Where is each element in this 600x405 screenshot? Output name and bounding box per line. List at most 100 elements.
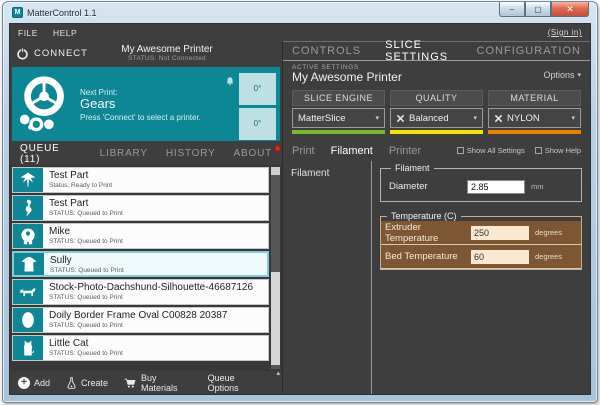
oval-doily-icon [13,308,43,332]
next-print-panel[interactable]: Next Print: Gears Press 'Connect' to sel… [12,67,280,141]
flask-icon [66,377,77,389]
queue-item[interactable]: Mike STATUS: Queued to Print [12,223,269,249]
gears-graphic [15,73,77,135]
queue-options-button[interactable]: Queue Options [208,373,264,393]
queue-item[interactable]: Test Part STATUS: Queued to Print [12,195,269,221]
add-button[interactable]: + Add [18,377,50,389]
extruder-temp-widget[interactable]: 0° [239,73,276,105]
left-tab-bar: QUEUE (11) LIBRARY HISTORY ABOUT [10,142,282,165]
slice-engine-dropdown[interactable]: MatterSlice ▾ [292,108,385,128]
create-button[interactable]: Create [66,377,108,389]
subnav-item-filament[interactable]: Filament [287,166,371,181]
monster-sully-icon [14,253,44,275]
material-dropdown[interactable]: NYLON ▾ [488,108,581,128]
tab-configuration[interactable]: CONFIGURATION [477,45,581,57]
queue-item[interactable]: Test Part Status: Ready to Print [12,167,269,193]
settings-subnav: Filament [283,161,372,394]
tab-filament[interactable]: Filament [331,145,373,157]
power-icon [16,47,29,60]
queue-item-selected[interactable]: Sully STATUS: Queued to Print [12,251,269,277]
temperature-widgets: 0° 0° [239,73,276,140]
queue-item[interactable]: Stock-Photo-Dachshund-Silhouette-4668712… [12,279,269,305]
slice-engine-color-bar [292,130,385,134]
app-window: M MatterControl 1.1 – ▢ ✕ FILE HELP (Sig… [2,1,598,403]
temperature-group: Temperature (C) Extruder Temperature deg… [380,211,582,270]
checkbox-icon [535,147,542,154]
tab-queue[interactable]: QUEUE (11) [20,143,82,165]
cart-icon [124,377,137,389]
extruder-temperature-unit: degrees [535,228,577,237]
menu-help[interactable]: HELP [53,28,77,38]
minimize-button[interactable]: – [499,2,525,17]
queue-item-status: STATUS: Queued to Print [49,322,268,329]
quality-selector: QUALITY Balanced ▾ [390,90,483,134]
close-button[interactable]: ✕ [551,2,589,17]
scrollbar-thumb[interactable] [271,272,280,365]
menu-file[interactable]: FILE [18,28,38,38]
quality-dropdown[interactable]: Balanced ▾ [390,108,483,128]
filament-group-legend: Filament [391,163,434,173]
queue-item-title: Stock-Photo-Dachshund-Silhouette-4668712… [49,282,268,294]
queue-list: Test Part Status: Ready to Print Test Pa… [10,165,282,371]
extruder-temperature-row: Extruder Temperature degrees [381,221,581,245]
temps-area: 0° 0° [225,69,280,140]
window-title: MatterControl 1.1 [27,8,97,18]
bed-temp-widget[interactable]: 0° [239,108,276,140]
slice-engine-header: SLICE ENGINE [292,90,385,106]
right-tab-bar: CONTROLS SLICE SETTINGS CONFIGURATION [283,41,590,61]
chevron-down-icon: ▾ [375,114,379,122]
bed-temperature-row: Bed Temperature degrees [381,245,581,269]
diameter-input[interactable] [467,180,525,194]
quality-color-bar [390,130,483,134]
chevron-down-icon: ▾ [571,114,575,122]
chevron-down-icon: ▾ [473,114,477,122]
next-print-name: Gears [80,97,225,112]
app-shell: FILE HELP (Sign in) CONNECT [9,23,591,395]
tab-printer[interactable]: Printer [389,145,421,157]
queue-item[interactable]: Doily Border Frame Oval C00828 20387 STA… [12,307,269,333]
tab-library[interactable]: LIBRARY [100,148,148,159]
settings-body: Filament Filament Diameter mm [283,161,590,394]
queue-item-status: STATUS: Queued to Print [49,238,268,245]
dachshund-icon [13,280,43,304]
queue-toolbar: ▴ + Add Create [10,371,282,394]
queue-scrollbar[interactable] [271,167,280,369]
queue-item[interactable]: Little Cat STATUS: Queued to Print [12,335,269,361]
plus-icon: + [18,377,30,389]
buy-materials-button[interactable]: Buy Materials [124,373,192,393]
bed-temperature-input[interactable] [471,250,529,264]
main-row: CONNECT My Awesome Printer STATUS: Not C… [10,41,590,394]
scroll-up-button[interactable] [271,167,280,175]
temperature-group-legend: Temperature (C) [387,211,461,221]
sign-in-link[interactable]: (Sign in) [548,28,582,37]
menu-bar: FILE HELP (Sign in) [10,24,590,41]
slice-engine-selector: SLICE ENGINE MatterSlice ▾ [292,90,385,134]
extruder-temperature-label: Extruder Temperature [385,222,471,244]
tab-slice-settings[interactable]: SLICE SETTINGS [385,39,452,63]
checkbox-icon [457,147,464,154]
diameter-label: Diameter [389,181,467,192]
connect-button[interactable]: CONNECT [16,47,88,60]
window-titlebar[interactable]: M MatterControl 1.1 – ▢ ✕ [3,2,597,23]
tab-controls[interactable]: CONTROLS [292,45,361,57]
show-all-settings-checkbox[interactable]: Show All Settings [457,146,525,155]
tools-icon [396,114,405,123]
connect-label: CONNECT [34,48,88,59]
app-icon: M [12,7,23,18]
bed-temperature-label: Bed Temperature [385,251,471,262]
tab-history[interactable]: HISTORY [166,148,216,159]
filament-group: Filament Diameter mm [380,163,582,202]
seahorse-icon [13,196,43,220]
active-settings-row: ACTIVE SETTINGS My Awesome Printer Optio… [283,61,590,89]
extruder-temperature-input[interactable] [471,226,529,240]
about-notification-badge [274,145,281,152]
printer-name: My Awesome Printer [88,44,246,55]
queue-item-title: Doily Border Frame Oval C00828 20387 [49,310,268,322]
tab-about[interactable]: ABOUT [234,148,272,159]
material-color-bar [488,130,581,134]
options-dropdown[interactable]: Options ▾ [543,70,581,80]
maximize-button[interactable]: ▢ [525,2,551,17]
queue-item-title: Mike [49,226,268,238]
show-help-checkbox[interactable]: Show Help [535,146,581,155]
tab-print[interactable]: Print [292,145,315,157]
